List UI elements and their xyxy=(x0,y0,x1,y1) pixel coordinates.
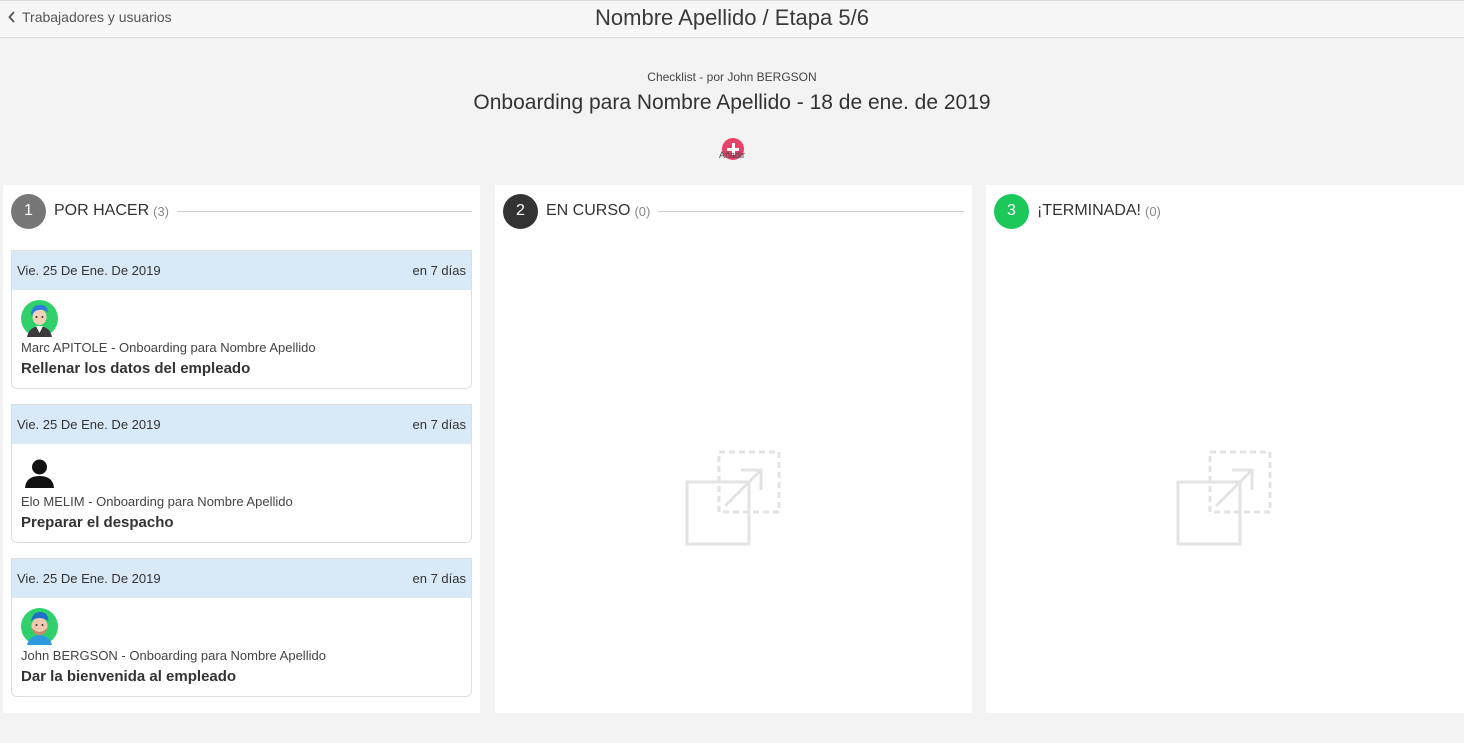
avatar-cartoon-man-icon xyxy=(21,300,58,337)
step-number-badge: 1 xyxy=(11,193,46,229)
task-assignee: Elo MELIM - Onboarding para Nombre Apell… xyxy=(21,494,293,509)
add-button[interactable] xyxy=(722,138,744,160)
task-name: Preparar el despacho xyxy=(21,514,174,531)
task-due: en 7 días xyxy=(412,571,467,586)
task-date: Vie. 25 De Ene. De 2019 xyxy=(17,417,161,432)
task-due: en 7 días xyxy=(412,263,467,278)
column-en-curso: 2 EN CURSO (0) xyxy=(495,185,972,713)
task-card[interactable]: Vie. 25 De Ene. De 2019 en 7 días Elo ME… xyxy=(11,404,472,543)
column-count: (0) xyxy=(1145,203,1161,219)
drag-drop-placeholder-icon xyxy=(1176,450,1272,546)
column-title: POR HACER xyxy=(54,202,150,219)
column-count: (0) xyxy=(634,203,651,219)
task-date-bar: Vie. 25 De Ene. De 2019 en 7 días xyxy=(12,405,471,444)
task-date: Vie. 25 De Ene. De 2019 xyxy=(17,571,161,586)
column-header: 2 EN CURSO (0) xyxy=(503,193,964,229)
column-title: EN CURSO xyxy=(546,202,631,219)
column-terminada: 3 ¡TERMINADA! (0) xyxy=(986,185,1464,713)
top-bar: Trabajadores y usuarios Nombre Apellido … xyxy=(0,0,1464,38)
drag-drop-placeholder-icon xyxy=(685,450,781,546)
column-por-hacer: 1 POR HACER (3) Vie. 25 De Ene. De 2019 … xyxy=(3,185,480,713)
task-assignee: John BERGSON - Onboarding para Nombre Ap… xyxy=(21,648,326,663)
header-divider xyxy=(658,210,964,212)
step-number-badge: 3 xyxy=(994,193,1029,229)
page-title: Nombre Apellido / Etapa 5/6 xyxy=(595,5,869,30)
checklist-title: Onboarding para Nombre Apellido - 18 de … xyxy=(473,91,991,114)
header-divider xyxy=(177,210,472,212)
column-header: 1 POR HACER (3) xyxy=(11,193,472,229)
column-title: ¡TERMINADA! xyxy=(1037,202,1141,219)
task-name: Rellenar los datos del empleado xyxy=(21,360,251,377)
task-date-bar: Vie. 25 De Ene. De 2019 en 7 días xyxy=(12,559,471,598)
avatar-cartoon-bearded-man-icon xyxy=(21,608,58,645)
column-header: 3 ¡TERMINADA! (0) xyxy=(994,193,1456,229)
step-number-badge: 2 xyxy=(503,193,538,229)
task-due: en 7 días xyxy=(412,417,467,432)
task-date-bar: Vie. 25 De Ene. De 2019 en 7 días xyxy=(12,251,471,290)
task-date: Vie. 25 De Ene. De 2019 xyxy=(17,263,161,278)
task-card[interactable]: Vie. 25 De Ene. De 2019 en 7 días John B… xyxy=(11,558,472,697)
column-count: (3) xyxy=(153,203,170,219)
checklist-author: Checklist - por John BERGSON xyxy=(647,70,817,84)
task-card[interactable]: Vie. 25 De Ene. De 2019 en 7 días Marc A… xyxy=(11,250,472,389)
task-assignee: Marc APITOLE - Onboarding para Nombre Ap… xyxy=(21,340,316,355)
person-silhouette-icon xyxy=(25,459,54,488)
task-name: Dar la bienvenida al empleado xyxy=(21,668,237,685)
